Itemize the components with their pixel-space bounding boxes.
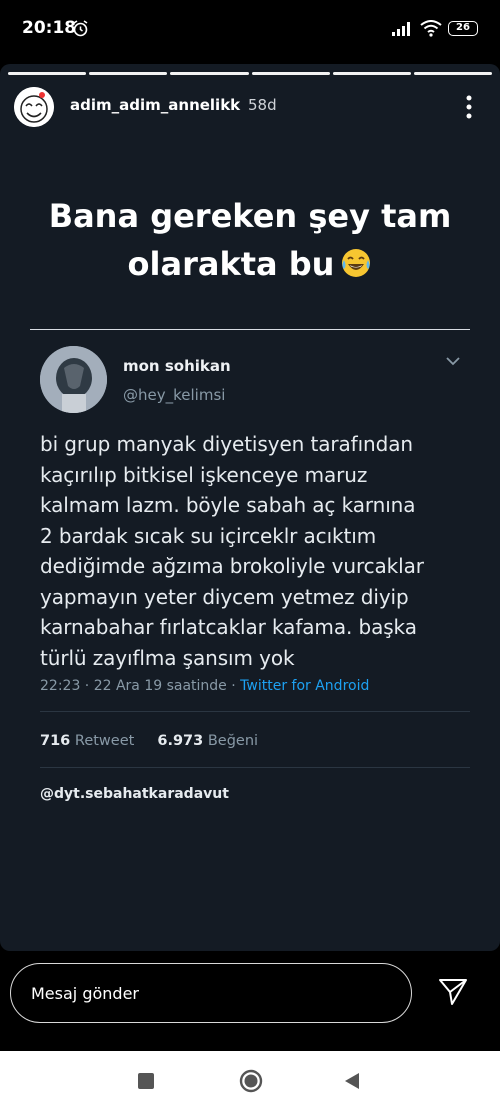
status-bar: 20:18 26 [0, 0, 500, 60]
like-label: Beğeni [207, 733, 259, 749]
wifi-icon [420, 20, 442, 37]
tweet-author-name: mon sohikan [123, 357, 231, 375]
tweet-author-avatar [40, 346, 107, 413]
tweet-source: Twitter for Android [240, 678, 370, 694]
status-time: 20:18 [22, 18, 77, 38]
story-card[interactable]: adim_adim_annelikk 58d Bana gereken şey … [0, 64, 500, 951]
credit-handle: @dyt.sebahatkaradavut [40, 786, 229, 802]
story-time-ago: 58d [248, 96, 277, 114]
chevron-down-icon [446, 357, 460, 366]
send-icon[interactable] [438, 978, 468, 1006]
story-progress [8, 72, 493, 75]
tweet-stats: 716 Retweet 6.973 Beğeni [40, 733, 258, 749]
tweet-top-divider [30, 329, 470, 330]
message-input[interactable]: Mesaj gönder [10, 963, 412, 1023]
tweet-divider [40, 711, 470, 712]
retweet-count: 716 [40, 733, 71, 749]
recent-apps-button[interactable] [138, 1073, 154, 1089]
alarm-icon [73, 20, 88, 37]
tweet-timestamp: 22:23 · 22 Ara 19 saatinde · [40, 678, 241, 694]
battery-indicator: 26 [448, 21, 478, 36]
message-input-placeholder: Mesaj gönder [31, 984, 139, 1003]
story-headline: Bana gereken şey tam olarakta bu [0, 192, 500, 288]
back-button[interactable] [344, 1072, 360, 1090]
laughing-tears-emoji-icon [342, 249, 371, 277]
retweet-label: Retweet [74, 733, 135, 749]
tweet-author-handle: @hey_kelimsi [123, 386, 226, 404]
navigation-bar [0, 1051, 500, 1111]
story-username[interactable]: adim_adim_annelikk [70, 96, 240, 114]
profile-avatar[interactable] [14, 87, 54, 127]
tweet-divider-bottom [40, 767, 470, 768]
headline-line-1: Bana gereken şey tam [48, 197, 452, 235]
signal-icon [392, 22, 410, 36]
tweet-meta: 22:23 · 22 Ara 19 saatinde · Twitter for… [40, 678, 369, 694]
home-button[interactable] [239, 1069, 263, 1093]
headline-line-2: olarakta bu [127, 245, 335, 283]
tweet-text: bi grup manyak diyetisyen tarafından kaç… [40, 432, 424, 670]
more-vertical-icon[interactable] [462, 94, 476, 120]
like-count: 6.973 [157, 733, 204, 749]
